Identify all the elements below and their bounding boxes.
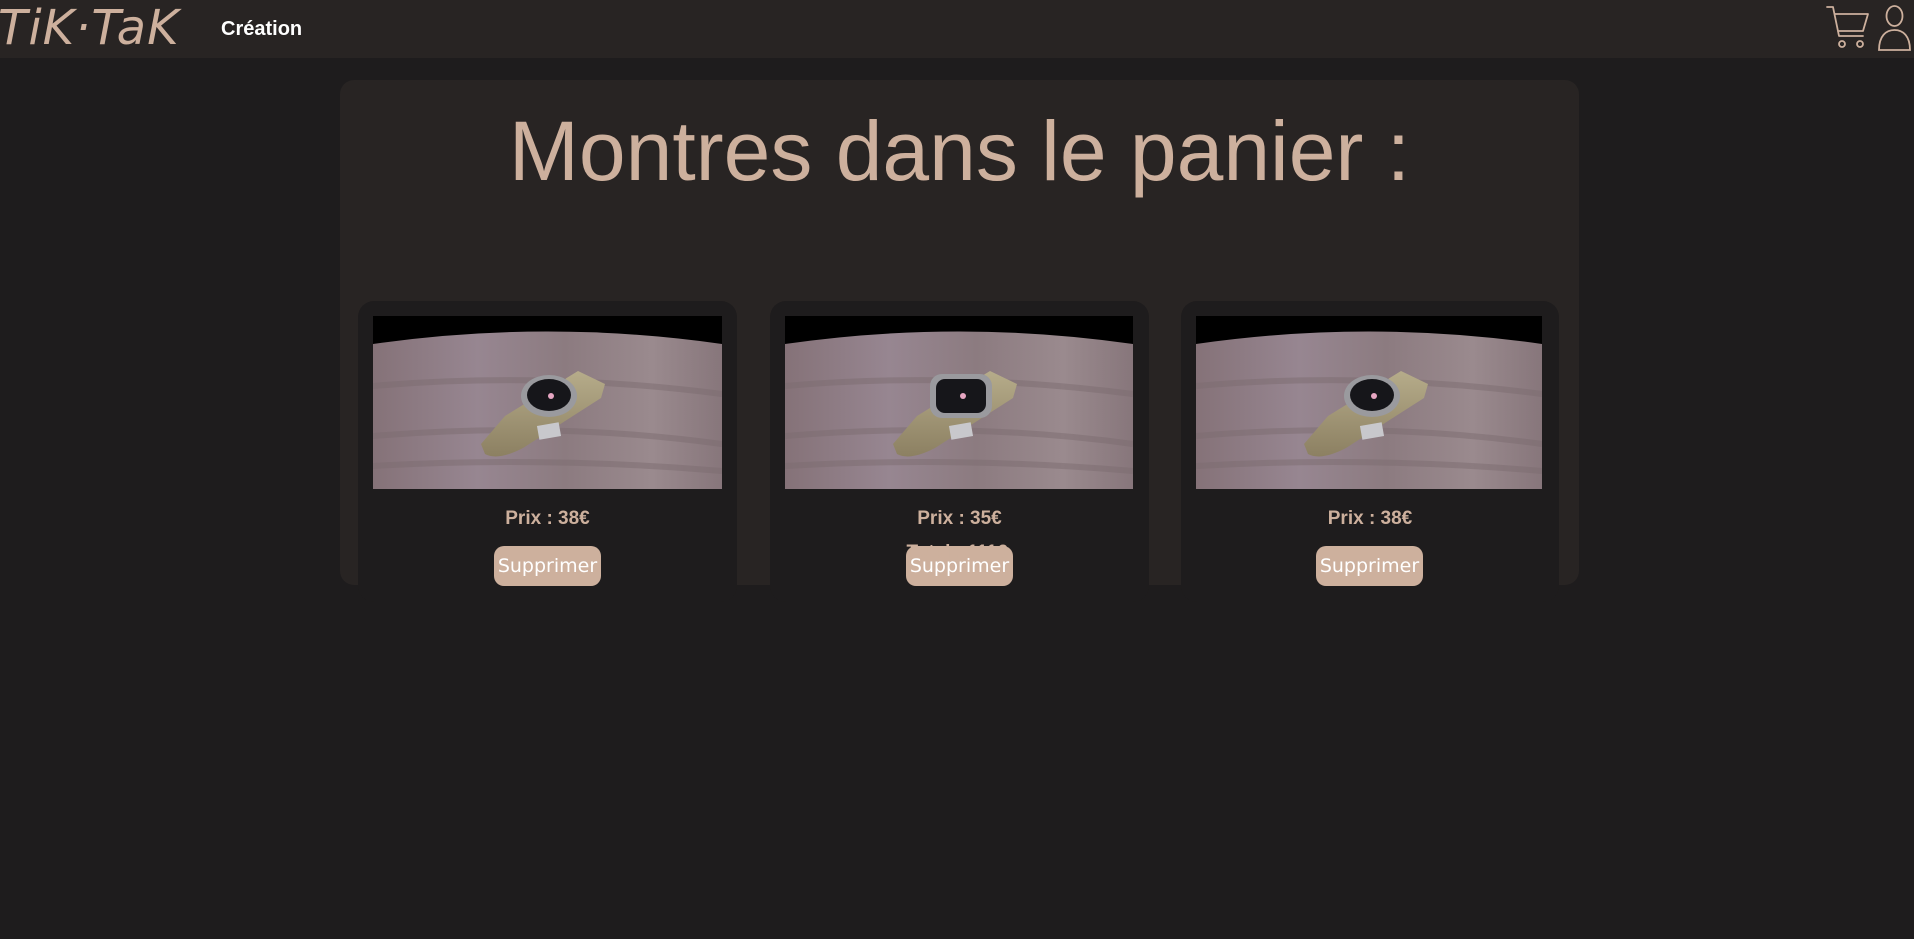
watch-image	[1196, 316, 1542, 489]
cart-panel: Montres dans le panier : Prix : 38€ Supp…	[340, 80, 1579, 602]
item-price: Prix : 38€	[1327, 508, 1413, 529]
watch-image	[785, 316, 1133, 489]
item-price: Prix : 38€	[505, 508, 590, 529]
nav-link-creation[interactable]: Création	[221, 17, 302, 41]
logo[interactable]: TiK·TaK	[0, 0, 180, 56]
cart-icon[interactable]	[1826, 4, 1870, 50]
cart-title: Montres dans le panier :	[508, 104, 1411, 198]
cart-total: Total : 111€	[906, 542, 1008, 563]
navbar: TiK·TaK Création	[0, 0, 1914, 58]
item-price: Prix : 35€	[917, 508, 1002, 529]
user-icon[interactable]	[1877, 3, 1912, 51]
watch-image	[373, 316, 722, 489]
